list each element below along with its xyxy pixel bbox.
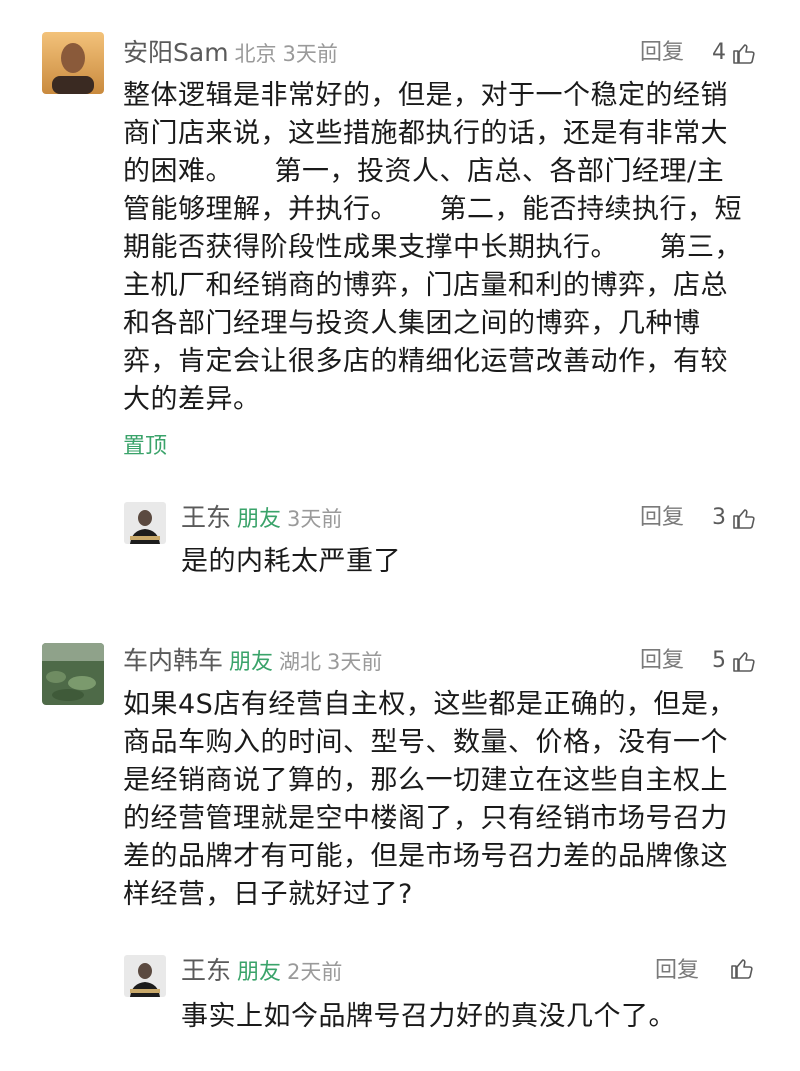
timestamp: 3天前	[287, 507, 343, 531]
reply-author[interactable]: 王东 朋友 2天前	[181, 956, 342, 988]
comment-author[interactable]: 车内韩车 朋友 湖北 3天前	[123, 646, 382, 678]
like-button[interactable]: 5	[712, 646, 756, 676]
thumbs-up-icon	[731, 959, 753, 979]
location-label: 北京	[234, 42, 277, 66]
thumbs-up-icon	[733, 44, 755, 64]
thumbs-up-icon	[733, 652, 755, 672]
author-name[interactable]: 王东	[181, 956, 231, 985]
author-name[interactable]: 安阳Sam	[123, 38, 229, 67]
like-count: 4	[712, 40, 726, 65]
author-name[interactable]: 车内韩车	[123, 646, 223, 675]
timestamp: 3天前	[327, 650, 383, 674]
like-count: 5	[712, 648, 726, 673]
location-label: 湖北	[279, 650, 322, 674]
friend-badge: 朋友	[237, 960, 282, 985]
avatar[interactable]	[42, 32, 104, 94]
timestamp: 2天前	[287, 960, 343, 984]
reply-author[interactable]: 王东 朋友 3天前	[181, 503, 342, 535]
like-button[interactable]	[730, 956, 754, 980]
avatar[interactable]	[124, 502, 166, 544]
friend-badge: 朋友	[237, 507, 282, 532]
like-count: 3	[712, 505, 726, 530]
comment-author[interactable]: 安阳Sam 北京 3天前	[123, 38, 338, 69]
author-name[interactable]: 王东	[181, 503, 231, 532]
avatar[interactable]	[124, 955, 166, 997]
timestamp: 3天前	[282, 42, 338, 66]
reply-button[interactable]: 回复	[640, 503, 684, 533]
pinned-label: 置顶	[123, 434, 168, 459]
like-button[interactable]: 3	[712, 503, 756, 533]
reply-button[interactable]: 回复	[655, 956, 699, 986]
avatar[interactable]	[42, 643, 104, 705]
like-button[interactable]: 4	[712, 38, 756, 68]
friend-badge: 朋友	[229, 650, 274, 675]
reply-text: 事实上如今品牌号召力好的真没几个了。	[181, 1001, 676, 1032]
reply-button[interactable]: 回复	[640, 646, 684, 676]
reply-button[interactable]: 回复	[640, 38, 684, 68]
thumbs-up-icon	[733, 509, 755, 529]
reply-text: 是的内耗太严重了	[181, 546, 401, 577]
comment-text: 如果4S店有经营自主权，这些都是正确的，但是， 商品车购入的时间、型号、数量、价…	[123, 689, 736, 910]
comment-text: 整体逻辑是非常好的，但是，对于一个稳定的经销 商门店来说，这些措施都执行的话，还…	[123, 80, 742, 415]
